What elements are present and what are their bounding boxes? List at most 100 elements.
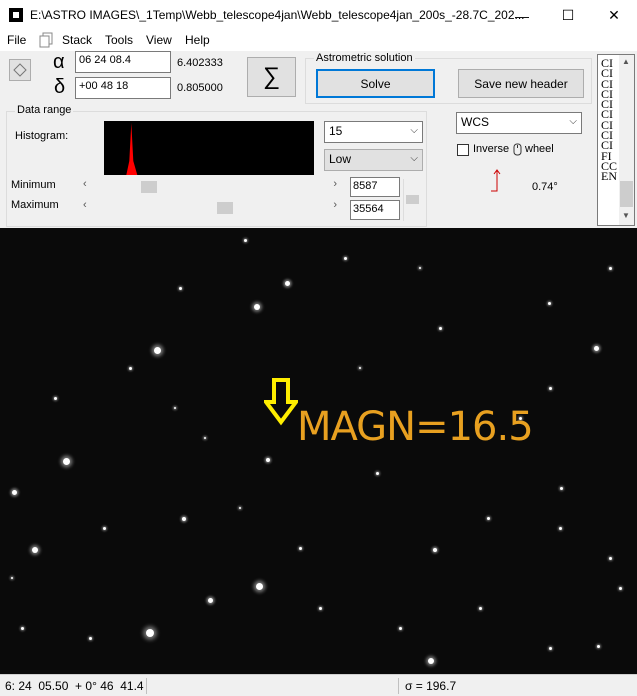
star xyxy=(255,582,263,590)
wheel-label: wheel xyxy=(525,143,554,155)
chevron-down-icon: ⌵ xyxy=(410,125,418,136)
star xyxy=(596,644,600,648)
minimum-input[interactable]: 8587 xyxy=(350,177,400,197)
maximum-label: Maximum xyxy=(11,199,59,211)
maximum-input[interactable]: 35564 xyxy=(350,200,400,220)
scroll-left-icon[interactable]: ‹ xyxy=(83,199,87,211)
star xyxy=(207,597,213,603)
header-line: EN xyxy=(601,169,617,184)
scroll-left-icon[interactable]: ‹ xyxy=(83,178,87,190)
star xyxy=(486,516,490,520)
star xyxy=(608,266,612,270)
star xyxy=(20,626,24,630)
status-divider xyxy=(146,678,147,694)
star xyxy=(102,526,106,530)
rotation-angle: 0.74° xyxy=(532,181,558,193)
minimum-slider[interactable]: ‹ › xyxy=(80,178,340,194)
alpha-symbol: α xyxy=(53,51,65,73)
star xyxy=(375,471,379,475)
star xyxy=(608,556,612,560)
histogram-bins-dropdown[interactable]: 15 ⌵ xyxy=(324,121,423,143)
star xyxy=(266,458,270,462)
star xyxy=(11,577,13,579)
menu-tools[interactable]: Tools xyxy=(105,33,133,47)
star xyxy=(128,366,132,370)
orientation-arrow-icon xyxy=(489,167,505,196)
mouse-icon xyxy=(513,143,522,159)
star xyxy=(32,547,38,553)
star xyxy=(53,396,57,400)
scroll-up-icon[interactable]: ▲ xyxy=(622,57,630,66)
vertical-range-thumb[interactable] xyxy=(406,195,419,204)
histogram-label: Histogram: xyxy=(15,130,69,142)
header-lines: CI CI CI CI CI CI CI CI CI FI CC EN xyxy=(601,57,617,184)
control-panel: α 06 24 08.4 6.402333 δ +00 48 18 0.8050… xyxy=(0,51,637,228)
star xyxy=(433,548,437,552)
histogram-canvas xyxy=(104,121,314,175)
star xyxy=(284,280,290,286)
star xyxy=(88,636,92,640)
star xyxy=(398,626,402,630)
status-divider xyxy=(398,678,399,694)
scroll-right-icon[interactable]: › xyxy=(333,199,337,211)
star xyxy=(254,304,260,310)
header-scrollbar[interactable]: ▲ ▼ xyxy=(619,55,634,225)
star xyxy=(593,345,599,351)
ra-input[interactable]: 06 24 08.4 xyxy=(75,51,171,73)
range-mode-value: Low xyxy=(329,152,352,166)
save-new-header-button[interactable]: Save new header xyxy=(458,69,584,98)
scroll-right-icon[interactable]: › xyxy=(333,178,337,190)
chevron-down-icon: ⌵ xyxy=(569,116,577,127)
astrometric-group-label: Astrometric solution xyxy=(314,52,415,64)
magnitude-annotation: MAGN=16.5 xyxy=(297,404,534,450)
star xyxy=(548,386,552,390)
menu-help[interactable]: Help xyxy=(185,33,210,47)
maximize-button[interactable]: ☐ xyxy=(545,0,591,31)
star xyxy=(558,526,562,530)
ra-decimal: 6.402333 xyxy=(177,57,223,69)
copy-icon[interactable] xyxy=(39,32,55,48)
status-bar: 6: 24 05.50 + 0° 46 41.4 σ = 196.7 xyxy=(0,674,637,696)
star xyxy=(419,267,421,269)
dec-decimal: 0.805000 xyxy=(177,82,223,94)
star xyxy=(178,286,182,290)
star xyxy=(318,606,322,610)
sum-button[interactable]: ∑ xyxy=(247,57,296,97)
menu-bar: File Stack Tools View Help xyxy=(0,31,637,51)
inverse-wheel-checkbox[interactable] xyxy=(457,144,469,156)
menu-stack[interactable]: Stack xyxy=(62,33,92,47)
scroll-down-icon[interactable]: ▼ xyxy=(622,211,630,220)
minimum-slider-thumb[interactable] xyxy=(140,181,157,193)
delta-symbol: δ xyxy=(54,76,66,98)
solve-button[interactable]: Solve xyxy=(316,69,435,98)
star xyxy=(174,407,176,409)
minimize-button[interactable]: — xyxy=(499,0,545,31)
wcs-dropdown[interactable]: WCS ⌵ xyxy=(456,112,582,134)
app-icon xyxy=(9,8,23,22)
maximum-slider-thumb[interactable] xyxy=(216,202,233,214)
histogram-peak xyxy=(126,123,138,175)
range-mode-dropdown[interactable]: Low ⌵ xyxy=(324,149,423,171)
star xyxy=(428,658,434,664)
star xyxy=(343,256,347,260)
dec-input[interactable]: +00 48 18 xyxy=(75,77,171,99)
menu-view[interactable]: View xyxy=(146,33,172,47)
star xyxy=(298,546,302,550)
wcs-value: WCS xyxy=(461,115,489,129)
star xyxy=(438,326,442,330)
star xyxy=(559,486,563,490)
updown-spinner-icon[interactable] xyxy=(9,59,31,81)
menu-file[interactable]: File xyxy=(7,33,26,47)
vertical-range-slider[interactable] xyxy=(403,179,422,221)
maximum-slider[interactable]: ‹ › xyxy=(80,199,340,215)
data-range-label: Data range xyxy=(15,104,74,116)
header-scroll-thumb[interactable] xyxy=(620,181,633,207)
star xyxy=(547,301,551,305)
close-button[interactable]: ✕ xyxy=(591,0,637,31)
image-view[interactable]: MAGN=16.5 xyxy=(0,228,637,674)
chevron-down-icon: ⌵ xyxy=(410,153,418,164)
star xyxy=(182,517,186,521)
header-listbox[interactable]: CI CI CI CI CI CI CI CI CI FI CC EN ▲ ▼ xyxy=(597,54,635,226)
star xyxy=(11,489,17,495)
star xyxy=(243,238,247,242)
